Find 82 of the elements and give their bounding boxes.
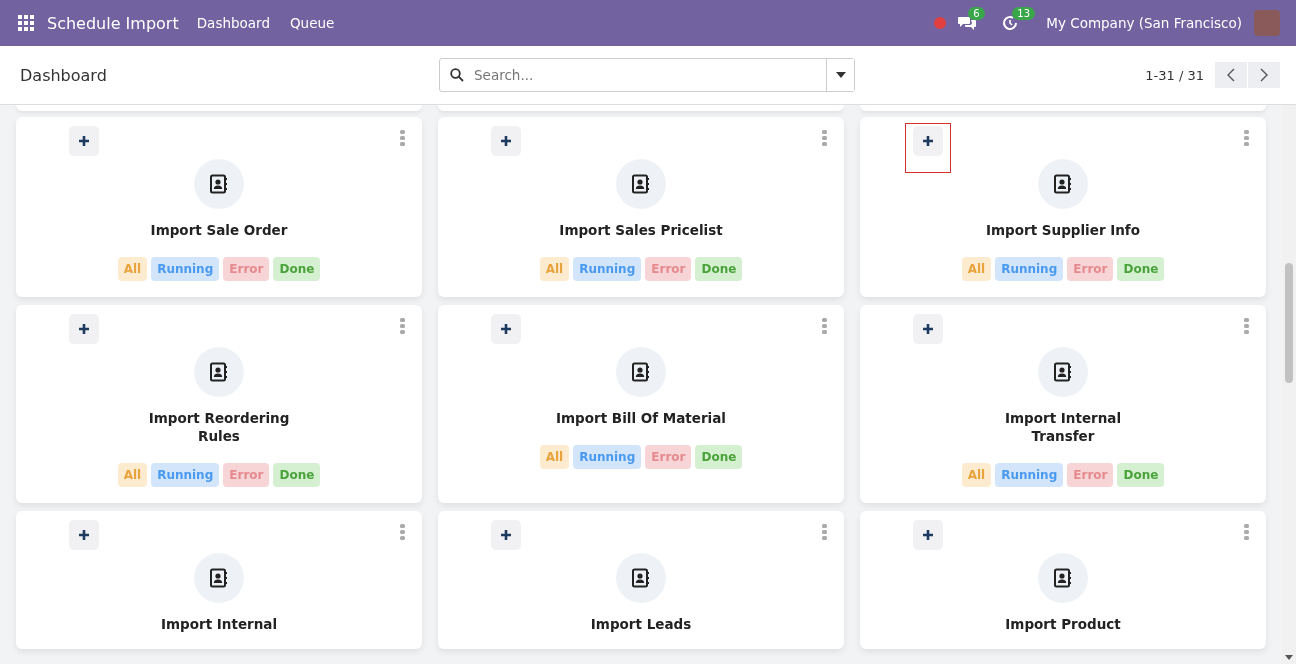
status-filter-button[interactable]: All bbox=[961, 257, 992, 281]
card-title: Import Product bbox=[1005, 615, 1121, 633]
status-filter-button[interactable]: Done bbox=[273, 463, 321, 487]
plus-icon bbox=[922, 135, 934, 147]
status-filter-button[interactable]: Error bbox=[1067, 463, 1114, 487]
status-filter-button[interactable]: All bbox=[117, 463, 148, 487]
address-book-icon bbox=[631, 568, 651, 588]
status-filter-button[interactable]: Running bbox=[995, 257, 1064, 281]
company-switcher[interactable]: My Company (San Francisco) bbox=[1046, 15, 1242, 31]
status-filter-button[interactable]: Done bbox=[695, 445, 743, 469]
scrollbar[interactable] bbox=[1282, 105, 1296, 664]
address-book-icon bbox=[209, 174, 229, 194]
add-button[interactable] bbox=[69, 314, 99, 344]
add-button[interactable] bbox=[491, 126, 521, 156]
status-filter-button[interactable]: All bbox=[117, 257, 148, 281]
status-filter-button[interactable]: Running bbox=[573, 257, 642, 281]
breadcrumb: Dashboard bbox=[20, 65, 108, 85]
status-dot-icon bbox=[934, 17, 947, 29]
pager-value[interactable]: 1-31 / 31 bbox=[1145, 67, 1204, 83]
plus-icon bbox=[500, 529, 512, 541]
plus-icon bbox=[922, 323, 934, 335]
add-button[interactable] bbox=[491, 314, 521, 344]
plus-icon bbox=[78, 135, 90, 147]
card-title: Import Leads bbox=[590, 615, 692, 633]
add-button[interactable] bbox=[913, 520, 943, 550]
status-filter-button[interactable]: All bbox=[539, 257, 570, 281]
card-title: Import Sale Order bbox=[150, 221, 288, 239]
card-title: Import Sales Pricelist bbox=[559, 221, 723, 239]
status-filter-button[interactable]: Done bbox=[1117, 463, 1165, 487]
address-book-icon bbox=[631, 362, 651, 382]
card-title: Import Internal Transfer bbox=[1003, 409, 1123, 445]
plus-icon bbox=[78, 529, 90, 541]
address-book-icon bbox=[1053, 568, 1073, 588]
status-filter-button[interactable]: Error bbox=[1067, 257, 1114, 281]
status-filter-button[interactable]: Error bbox=[645, 445, 692, 469]
app-title[interactable]: Schedule Import bbox=[47, 13, 179, 33]
notification-badge: 13 bbox=[1012, 7, 1035, 20]
status-filter-button[interactable]: Error bbox=[223, 257, 270, 281]
add-button[interactable] bbox=[69, 520, 99, 550]
status-filter-button[interactable]: Error bbox=[223, 463, 270, 487]
address-book-icon bbox=[1053, 362, 1073, 382]
chat-icon[interactable] bbox=[958, 15, 977, 31]
status-filter-button[interactable]: Running bbox=[151, 463, 220, 487]
card-title: Import Supplier Info bbox=[985, 221, 1141, 239]
caret-icon bbox=[835, 72, 846, 78]
chevron-right-icon bbox=[1260, 68, 1268, 82]
notification-badge: 6 bbox=[968, 7, 985, 20]
add-button[interactable] bbox=[913, 314, 943, 344]
status-filter-button[interactable]: Error bbox=[645, 257, 692, 281]
add-button[interactable] bbox=[491, 520, 521, 550]
plus-icon bbox=[500, 135, 512, 147]
status-filter-button[interactable]: All bbox=[539, 445, 570, 469]
search-input[interactable]: Search... bbox=[472, 66, 826, 84]
status-filter-button[interactable]: Done bbox=[273, 257, 321, 281]
menu-item[interactable]: Queue bbox=[289, 15, 335, 31]
dropdown-toggle[interactable] bbox=[826, 59, 854, 91]
status-filter-button[interactable]: Running bbox=[995, 463, 1064, 487]
plus-icon bbox=[500, 323, 512, 335]
status-filter-button[interactable]: Running bbox=[151, 257, 220, 281]
apps-grid-icon[interactable] bbox=[18, 15, 34, 31]
address-book-icon bbox=[209, 568, 229, 588]
status-filter-button[interactable]: All bbox=[961, 463, 992, 487]
address-book-icon bbox=[631, 174, 651, 194]
add-button[interactable] bbox=[913, 126, 943, 156]
search-field[interactable]: Search... bbox=[439, 58, 855, 92]
clock-icon[interactable] bbox=[1002, 15, 1019, 31]
address-book-icon bbox=[209, 362, 229, 382]
status-filter-button[interactable]: Done bbox=[1117, 257, 1165, 281]
status-filter-button[interactable]: Running bbox=[573, 445, 642, 469]
search-icon bbox=[450, 68, 464, 82]
card-title: Import Reordering Rules bbox=[147, 409, 291, 445]
scrollbar-thumb[interactable] bbox=[1285, 263, 1293, 383]
add-button[interactable] bbox=[69, 126, 99, 156]
address-book-icon bbox=[1053, 174, 1073, 194]
plus-icon bbox=[922, 529, 934, 541]
scroll-down-icon[interactable] bbox=[1285, 655, 1293, 660]
chevron-left-icon bbox=[1227, 68, 1235, 82]
plus-icon bbox=[78, 323, 90, 335]
card-title: Import Internal bbox=[160, 615, 278, 633]
menu-item[interactable]: Dashboard bbox=[196, 15, 270, 31]
card-title: Import Bill Of Material bbox=[556, 409, 726, 427]
status-filter-button[interactable]: Done bbox=[695, 257, 743, 281]
